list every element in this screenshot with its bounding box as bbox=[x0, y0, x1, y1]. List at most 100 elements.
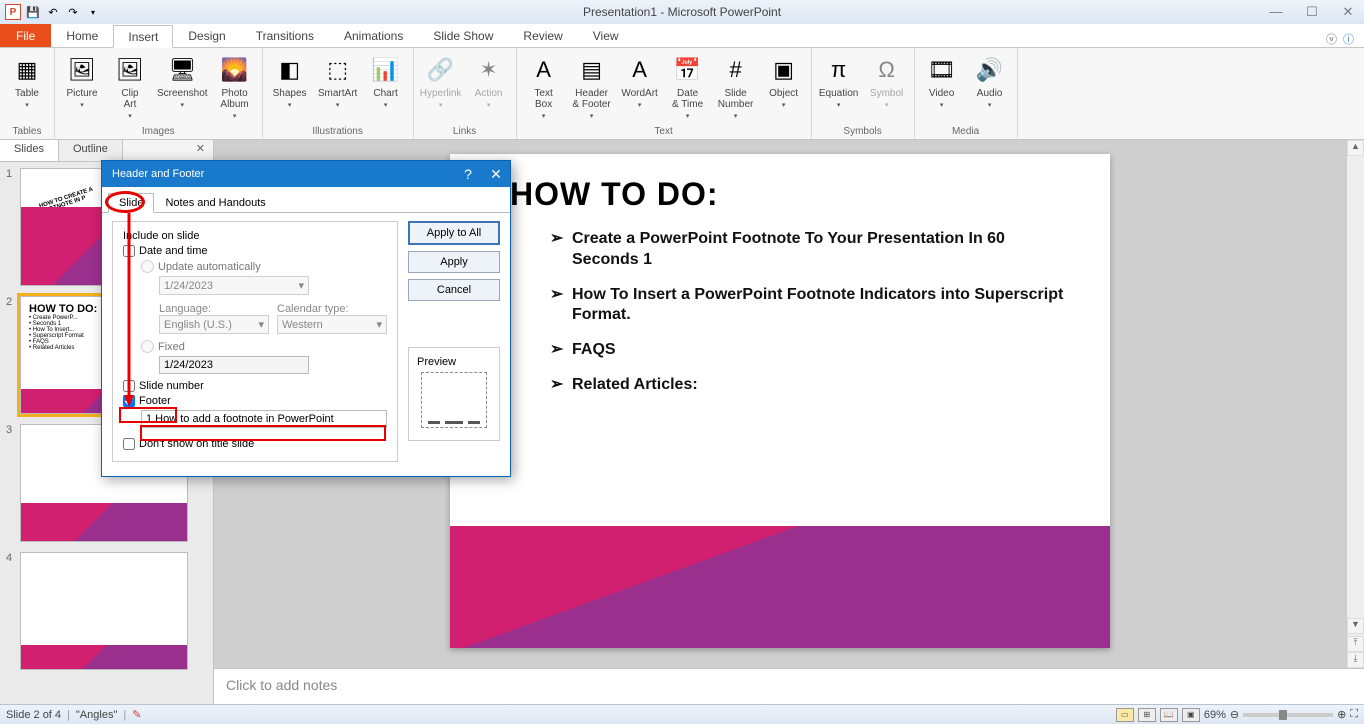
ribbon-action: ✶Action▾ bbox=[468, 50, 510, 110]
tab-view[interactable]: View bbox=[578, 24, 634, 47]
ribbon-group: 🎞Video▾🔊Audio▾Media bbox=[915, 48, 1018, 139]
redo-icon[interactable]: ↷ bbox=[64, 3, 82, 21]
dialog-tab-slide[interactable]: Slide bbox=[108, 193, 154, 213]
language-label: Language: bbox=[159, 303, 269, 315]
ribbon-video[interactable]: 🎞Video▾ bbox=[921, 50, 963, 110]
file-tab[interactable]: File bbox=[0, 24, 51, 47]
footer-checkbox[interactable] bbox=[123, 395, 135, 407]
dialog-close-icon[interactable]: ✕ bbox=[482, 166, 510, 183]
dontshow-checkbox[interactable] bbox=[123, 438, 135, 450]
reading-view-icon[interactable]: 📖 bbox=[1160, 708, 1178, 722]
ribbon-wordart[interactable]: AWordArt▾ bbox=[619, 50, 661, 110]
thumbnail-4[interactable] bbox=[20, 552, 188, 670]
fixed-date-input[interactable] bbox=[159, 356, 309, 374]
ribbon-label: WordArt▾ bbox=[621, 88, 658, 110]
fixed-radio[interactable] bbox=[141, 340, 154, 353]
ribbon-smartart[interactable]: ⬚SmartArt▾ bbox=[317, 50, 359, 110]
fit-icon[interactable]: ⛶ bbox=[1350, 708, 1358, 721]
ribbon-label: Chart▾ bbox=[373, 88, 397, 110]
title-bar: P 💾 ↶ ↷ ▾ Presentation1 - Microsoft Powe… bbox=[0, 0, 1364, 24]
ribbon-label: Action▾ bbox=[475, 88, 503, 110]
spellcheck-icon[interactable]: ✎ bbox=[132, 708, 141, 721]
ribbon-label: Shapes▾ bbox=[273, 88, 307, 110]
tab-insert[interactable]: Insert bbox=[113, 25, 173, 48]
footer-text-input[interactable] bbox=[141, 410, 387, 428]
zoom-level: 69% bbox=[1204, 709, 1226, 721]
datetime-checkbox[interactable] bbox=[123, 245, 135, 257]
ribbon-slide-number[interactable]: #SlideNumber▾ bbox=[715, 50, 757, 121]
status-bar: Slide 2 of 4 | "Angles" | ✎ ▭ ⊞ 📖 ▣ 69% … bbox=[0, 704, 1364, 724]
tab-transitions[interactable]: Transitions bbox=[241, 24, 329, 47]
dialog-tab-notes[interactable]: Notes and Handouts bbox=[154, 193, 276, 212]
slide-canvas[interactable]: HOW TO DO: Create a PowerPoint Footnote … bbox=[450, 154, 1110, 648]
calendar-combo[interactable]: Western▾ bbox=[277, 315, 387, 334]
panel-tab-slides[interactable]: Slides bbox=[0, 140, 59, 161]
language-combo[interactable]: English (U.S.)▾ bbox=[159, 315, 269, 334]
ribbon-picture[interactable]: 🖼Picture▾ bbox=[61, 50, 103, 110]
notes-pane[interactable]: Click to add notes bbox=[214, 668, 1364, 704]
slide-title: HOW TO DO: bbox=[510, 176, 1110, 213]
maximize-icon[interactable]: ☐ bbox=[1300, 4, 1324, 20]
apply-button[interactable]: Apply bbox=[408, 251, 500, 273]
ribbon-group: 🖼Picture▾🖼ClipArt▾🖥Screenshot▾🌄PhotoAlbu… bbox=[55, 48, 263, 139]
status-theme: "Angles" bbox=[76, 709, 117, 721]
ribbon-header--footer[interactable]: ▤Header& Footer▾ bbox=[571, 50, 613, 121]
zoom-in-icon[interactable]: ⊕ bbox=[1337, 708, 1346, 721]
ribbon-clip-art[interactable]: 🖼ClipArt▾ bbox=[109, 50, 151, 121]
zoom-out-icon[interactable]: ⊖ bbox=[1230, 708, 1239, 721]
ribbon-photo-album[interactable]: 🌄PhotoAlbum▾ bbox=[214, 50, 256, 121]
tab-review[interactable]: Review bbox=[508, 24, 577, 47]
header-footer-dialog: Header and Footer ? ✕ Slide Notes and Ha… bbox=[101, 160, 511, 477]
group-label: Illustrations bbox=[269, 126, 407, 139]
tab-home[interactable]: Home bbox=[51, 24, 113, 47]
help-icon[interactable]: ⓘ bbox=[1343, 31, 1354, 47]
ribbon-object[interactable]: ▣Object▾ bbox=[763, 50, 805, 110]
ribbon-shapes[interactable]: ◧Shapes▾ bbox=[269, 50, 311, 110]
sorter-view-icon[interactable]: ⊞ bbox=[1138, 708, 1156, 722]
panel-tab-outline[interactable]: Outline bbox=[59, 140, 123, 161]
tab-slideshow[interactable]: Slide Show bbox=[418, 24, 508, 47]
zoom-slider[interactable] bbox=[1243, 713, 1333, 717]
slide-bullets: Create a PowerPoint Footnote To Your Pre… bbox=[550, 229, 1070, 396]
ribbon-screenshot[interactable]: 🖥Screenshot▾ bbox=[157, 50, 208, 110]
ribbon-symbol: ΩSymbol▾ bbox=[866, 50, 908, 110]
preview-box: Preview bbox=[408, 347, 500, 441]
qat-customize-icon[interactable]: ▾ bbox=[84, 3, 102, 21]
save-icon[interactable]: 💾 bbox=[24, 3, 42, 21]
ribbon-minimize-icon[interactable]: ⓥ bbox=[1326, 31, 1337, 47]
shapes-icon: ◧ bbox=[274, 54, 306, 86]
ribbon-label: TextBox▾ bbox=[534, 88, 552, 121]
cancel-button[interactable]: Cancel bbox=[408, 279, 500, 301]
ribbon-hyperlink: 🔗Hyperlink▾ bbox=[420, 50, 462, 110]
tab-design[interactable]: Design bbox=[173, 24, 240, 47]
action-icon: ✶ bbox=[473, 54, 505, 86]
undo-icon[interactable]: ↶ bbox=[44, 3, 62, 21]
ribbon-text-box[interactable]: A TextBox▾ bbox=[523, 50, 565, 121]
preview-label: Preview bbox=[417, 356, 491, 368]
wordart-icon: A bbox=[624, 54, 656, 86]
window-controls: — ☐ ✕ bbox=[1264, 4, 1360, 20]
ribbon-label: Table▾ bbox=[15, 88, 39, 110]
ribbon-chart[interactable]: 📊Chart▾ bbox=[365, 50, 407, 110]
ribbon-date--time[interactable]: 📅Date& Time▾ bbox=[667, 50, 709, 121]
vertical-scrollbar[interactable]: ▲▼ ⤒⤓ bbox=[1346, 140, 1364, 668]
minimize-icon[interactable]: — bbox=[1264, 4, 1288, 20]
picture-icon: 🖼 bbox=[66, 54, 98, 86]
slidenumber-checkbox[interactable] bbox=[123, 380, 135, 392]
video-icon: 🎞 bbox=[926, 54, 958, 86]
ribbon-audio[interactable]: 🔊Audio▾ bbox=[969, 50, 1011, 110]
normal-view-icon[interactable]: ▭ bbox=[1116, 708, 1134, 722]
text-icon: A bbox=[528, 54, 560, 86]
calendar-label: Calendar type: bbox=[277, 303, 387, 315]
ribbon-table[interactable]: ▦Table▾ bbox=[6, 50, 48, 110]
panel-close-icon[interactable]: ✕ bbox=[188, 140, 213, 161]
close-icon[interactable]: ✕ bbox=[1336, 4, 1360, 20]
ribbon-equation[interactable]: πEquation▾ bbox=[818, 50, 860, 110]
dialog-help-icon[interactable]: ? bbox=[454, 166, 482, 183]
date-combo[interactable]: 1/24/2023▾ bbox=[159, 276, 309, 295]
apply-to-all-button[interactable]: Apply to All bbox=[408, 221, 500, 245]
tab-animations[interactable]: Animations bbox=[329, 24, 418, 47]
update-auto-radio[interactable] bbox=[141, 260, 154, 273]
slideshow-view-icon[interactable]: ▣ bbox=[1182, 708, 1200, 722]
panel-tabs: Slides Outline ✕ bbox=[0, 140, 213, 162]
